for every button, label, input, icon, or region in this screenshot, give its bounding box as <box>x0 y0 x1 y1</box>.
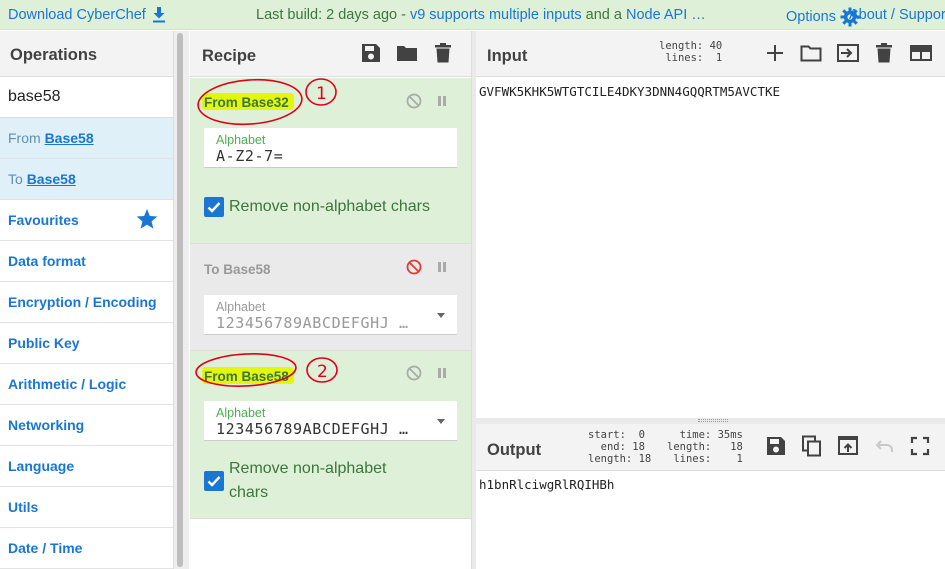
multiple-inputs-link[interactable]: v9 supports multiple inputs <box>410 7 582 23</box>
breakpoint-pause-icon[interactable] <box>434 93 450 109</box>
maximise-output-icon[interactable] <box>909 435 931 457</box>
open-folder-icon[interactable] <box>800 42 822 64</box>
add-input-icon[interactable] <box>764 42 786 64</box>
category-favourites[interactable]: Favourites <box>0 200 173 241</box>
alphabet-label: Alphabet <box>216 300 266 314</box>
chevron-down-icon <box>437 313 445 318</box>
build-message: Last build: 2 days ago - v9 supports mul… <box>256 7 706 23</box>
operations-panel: Operations base58 From Base58 To Base58 … <box>0 31 174 569</box>
alphabet-label: Alphabet <box>216 133 266 147</box>
disable-step-icon[interactable] <box>406 365 422 381</box>
input-textarea[interactable]: GVFWK5KHK5WTGTCILE4DKY3DNN4GQQRTM5AVCTKE <box>479 84 780 99</box>
options-label: Options <box>786 9 836 25</box>
input-panel: Input length: 40 lines: 1 GVFWK5KHK5WTGT… <box>476 31 945 418</box>
download-link[interactable]: Download CyberChef <box>8 7 166 23</box>
remove-non-alphabet-label: Remove non-alphabet chars <box>229 198 431 215</box>
alphabet-label: Alphabet <box>216 406 266 420</box>
annotation-number: 2 <box>317 362 328 382</box>
resize-grip[interactable] <box>698 419 728 422</box>
scrollbar-thumb[interactable] <box>177 33 183 567</box>
operations-scrollbar[interactable] <box>174 31 189 569</box>
copy-output-icon[interactable] <box>801 435 823 457</box>
recipe-panel: Recipe From Base32 1 Alphabet A-Z2-7= Re… <box>190 31 472 569</box>
star-icon <box>136 209 158 230</box>
label-line-1: Remove non-alphabet <box>229 460 387 477</box>
about-support-link[interactable]: About / Suppor <box>849 7 945 23</box>
alphabet-dropdown[interactable]: Alphabet 123456789ABCDEFGHJ … <box>204 295 457 335</box>
build-message-middle: and a <box>581 7 626 23</box>
output-text[interactable]: h1bnRlciwgRlRQIHBh <box>479 477 614 492</box>
result-prefix: From <box>8 130 45 146</box>
operations-title: Operations <box>0 31 173 77</box>
alphabet-value: 123456789ABCDEFGHJ … <box>216 420 409 438</box>
build-message-prefix: Last build: 2 days ago - <box>256 7 410 23</box>
input-stats: length: 40 lines: 1 <box>659 40 723 64</box>
category-public-key[interactable]: Public Key <box>0 323 173 364</box>
remove-non-alphabet-checkbox[interactable] <box>204 197 224 217</box>
output-title: Output <box>487 441 542 459</box>
remove-non-alphabet-label: Remove non-alphabet chars <box>229 457 386 505</box>
result-term: Base58 <box>26 171 76 187</box>
download-label: Download CyberChef <box>8 7 146 23</box>
clear-input-icon[interactable] <box>873 42 895 64</box>
breakpoint-pause-icon[interactable] <box>434 365 450 381</box>
result-term: Base58 <box>44 130 94 146</box>
label-line-2: chars <box>229 484 269 501</box>
disable-step-icon[interactable] <box>406 93 422 109</box>
output-timing-stats: time: 35ms length: 18 lines: 1 <box>667 429 743 465</box>
category-date-time[interactable]: Date / Time <box>0 528 173 569</box>
alphabet-value: 123456789ABCDEFGHJ … <box>216 314 409 332</box>
search-result-to-base58[interactable]: To Base58 <box>0 159 173 200</box>
category-label: Favourites <box>8 212 79 228</box>
step-title: To Base58 <box>204 262 271 277</box>
category-networking[interactable]: Networking <box>0 405 173 446</box>
remove-non-alphabet-checkbox[interactable] <box>204 471 224 491</box>
layout-reset-icon[interactable] <box>909 42 932 64</box>
load-recipe-icon[interactable] <box>396 42 418 64</box>
undo-icon[interactable] <box>873 435 895 457</box>
top-banner: Download CyberChef Last build: 2 days ag… <box>0 0 945 30</box>
red-annotation-circle: 2 <box>195 353 338 387</box>
result-prefix: To <box>8 171 27 187</box>
breakpoint-pause-icon[interactable] <box>434 259 450 275</box>
category-utils[interactable]: Utils <box>0 487 173 528</box>
alphabet-value: A-Z2-7= <box>216 147 284 165</box>
search-result-from-base58[interactable]: From Base58 <box>0 118 173 159</box>
recipe-step-from-base32[interactable]: From Base32 1 Alphabet A-Z2-7= Remove no… <box>190 78 471 244</box>
alphabet-field[interactable]: Alphabet A-Z2-7= <box>204 128 457 168</box>
output-position-stats: start: 0 end: 18 length: 18 <box>588 429 652 465</box>
annotation-number: 1 <box>316 84 327 104</box>
recipe-title: Recipe <box>202 47 257 65</box>
chevron-down-icon <box>437 419 445 424</box>
operations-search-input[interactable]: base58 <box>0 77 173 118</box>
category-arithmetic-logic[interactable]: Arithmetic / Logic <box>0 364 173 405</box>
replace-input-icon[interactable] <box>837 435 859 457</box>
node-api-link[interactable]: Node API … <box>626 7 706 23</box>
recipe-step-from-base58[interactable]: From Base58 2 Alphabet 123456789ABCDEFGH… <box>190 351 471 519</box>
save-recipe-icon[interactable] <box>360 42 382 64</box>
category-data-format[interactable]: Data format <box>0 241 173 282</box>
output-panel: Output start: 0 end: 18 length: 18 time:… <box>476 424 945 569</box>
clear-recipe-icon[interactable] <box>432 42 454 64</box>
input-title: Input <box>487 47 528 65</box>
recipe-step-to-base58[interactable]: To Base58 Alphabet 123456789ABCDEFGHJ … <box>190 244 471 351</box>
alphabet-dropdown[interactable]: Alphabet 123456789ABCDEFGHJ … <box>204 401 457 441</box>
save-output-icon[interactable] <box>765 435 787 457</box>
category-language[interactable]: Language <box>0 446 173 487</box>
download-icon <box>152 7 166 23</box>
open-file-icon[interactable] <box>836 42 859 64</box>
category-encryption-encoding[interactable]: Encryption / Encoding <box>0 282 173 323</box>
disabled-step-icon[interactable] <box>406 259 422 275</box>
